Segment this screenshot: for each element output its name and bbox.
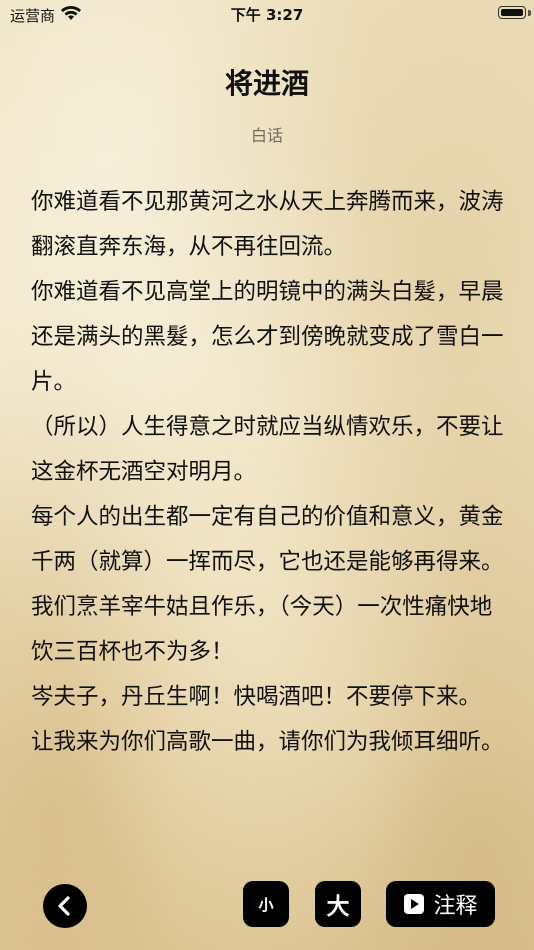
translation-paragraph: 我们烹羊宰牛姑且作乐，（今天）一次性痛快地饮三百杯也不为多！: [31, 594, 493, 665]
status-time: 下午 3:27: [230, 6, 304, 24]
annotation-label: 注释: [433, 894, 478, 919]
annotation-button[interactable]: 注释: [386, 881, 495, 927]
battery-cap: [528, 10, 531, 16]
status-bar: 运营商 下午 3:27: [0, 0, 534, 30]
translation-paragraph: 每个人的出生都一定有自己的价值和意义，黄金千两（就算）一挥而尽，它也还是能够再得…: [31, 504, 504, 575]
font-larger-label: 大: [326, 894, 350, 920]
font-smaller-button[interactable]: 小: [243, 881, 289, 927]
play-square-icon: [404, 894, 425, 914]
translation-paragraph: 岑夫子，丹丘生啊！快喝酒吧！不要停下来。: [31, 684, 482, 710]
battery-icon: [498, 6, 526, 19]
translation-paragraph: 你难道看不见那黄河之水从天上奔腾而来，波涛翻滚直奔东海，从不再往回流。: [31, 189, 504, 260]
font-smaller-label: 小: [258, 895, 274, 914]
font-larger-button[interactable]: 大: [315, 881, 361, 927]
translation-paragraph: 你难道看不见高堂上的明镜中的满头白髮，早晨还是满头的黑髮，怎么才到傍晚就变成了雪…: [31, 279, 504, 395]
translation-paragraph: （所以）人生得意之时就应当纵情欢乐，不要让这金杯无酒空对明月。: [31, 414, 504, 485]
poem-title: 将进酒: [224, 67, 309, 100]
translation-mode-label: 白话: [250, 126, 283, 145]
battery-level: [501, 9, 523, 16]
chevron-left-icon: [58, 896, 70, 916]
poem-translation-text[interactable]: 你难道看不见那黄河之水从天上奔腾而来，波涛翻滚直奔东海，从不再往回流。 你难道看…: [31, 180, 506, 852]
back-button[interactable]: [43, 884, 87, 928]
translation-paragraph: 让我来为你们高歌一曲，请你们为我倾耳细听。: [31, 729, 504, 755]
